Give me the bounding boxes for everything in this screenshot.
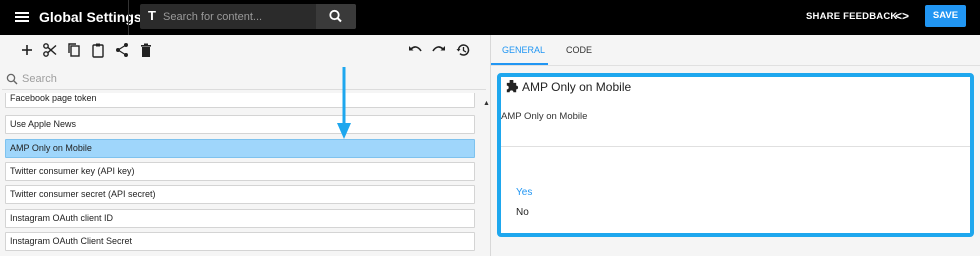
search-icon [6, 73, 18, 85]
content-search-input[interactable] [163, 7, 313, 26]
option-yes[interactable]: Yes [516, 187, 532, 198]
puzzle-icon [506, 80, 519, 93]
search-button[interactable] [316, 4, 356, 29]
code-view-toggle[interactable]: <> [895, 9, 909, 23]
scroll-up-arrow-icon[interactable]: ▲ [483, 100, 490, 107]
settings-list: Facebook page token Use Apple News AMP O… [5, 93, 476, 256]
list-item-selected[interactable]: AMP Only on Mobile [5, 139, 475, 158]
list-item[interactable]: Twitter consumer secret (API secret) [5, 185, 475, 204]
settings-list-pane: Facebook page token Use Apple News AMP O… [0, 35, 490, 256]
hamburger-menu-icon[interactable] [12, 7, 32, 27]
delete-icon[interactable] [138, 42, 154, 58]
list-item[interactable]: Use Apple News [5, 115, 475, 134]
setting-description: AMP Only on Mobile [501, 111, 588, 122]
search-icon [329, 9, 342, 23]
setting-title: AMP Only on Mobile [522, 80, 632, 94]
content-search: T [140, 4, 356, 29]
paste-icon[interactable] [90, 42, 106, 58]
app-title: Global Settings [39, 9, 142, 25]
detail-pane: GENERAL CODE AMP Only on Mobile AMP Only… [491, 35, 980, 256]
history-icon[interactable] [455, 42, 471, 58]
tab-general[interactable]: GENERAL [502, 45, 545, 55]
top-bar: Global Settings T SHARE FEEDBACK <> SAVE [0, 0, 980, 35]
text-type-icon: T [148, 8, 156, 23]
option-no[interactable]: No [516, 207, 529, 218]
list-item[interactable]: Twitter consumer key (API key) [5, 162, 475, 181]
topbar-divider [128, 0, 129, 35]
list-filter-input[interactable] [22, 71, 462, 87]
add-icon[interactable] [19, 42, 35, 58]
cut-icon[interactable] [42, 42, 58, 58]
share-feedback-button[interactable]: SHARE FEEDBACK [806, 11, 897, 22]
redo-icon[interactable] [431, 42, 447, 58]
save-button[interactable]: SAVE [925, 5, 966, 27]
share-icon[interactable] [114, 42, 130, 58]
annotation-arrow-icon [337, 67, 351, 139]
detail-divider [501, 146, 970, 147]
tabs-divider [491, 65, 980, 66]
list-filter [2, 69, 486, 90]
list-item[interactable]: Instagram OAuth client ID [5, 209, 475, 228]
setting-detail-card: AMP Only on Mobile AMP Only on Mobile Ye… [497, 73, 974, 237]
tab-code[interactable]: CODE [566, 45, 592, 55]
list-item[interactable]: Facebook page token [5, 93, 475, 108]
undo-icon[interactable] [407, 42, 423, 58]
list-item[interactable]: Instagram OAuth Client Secret [5, 232, 475, 251]
copy-icon[interactable] [66, 42, 82, 58]
